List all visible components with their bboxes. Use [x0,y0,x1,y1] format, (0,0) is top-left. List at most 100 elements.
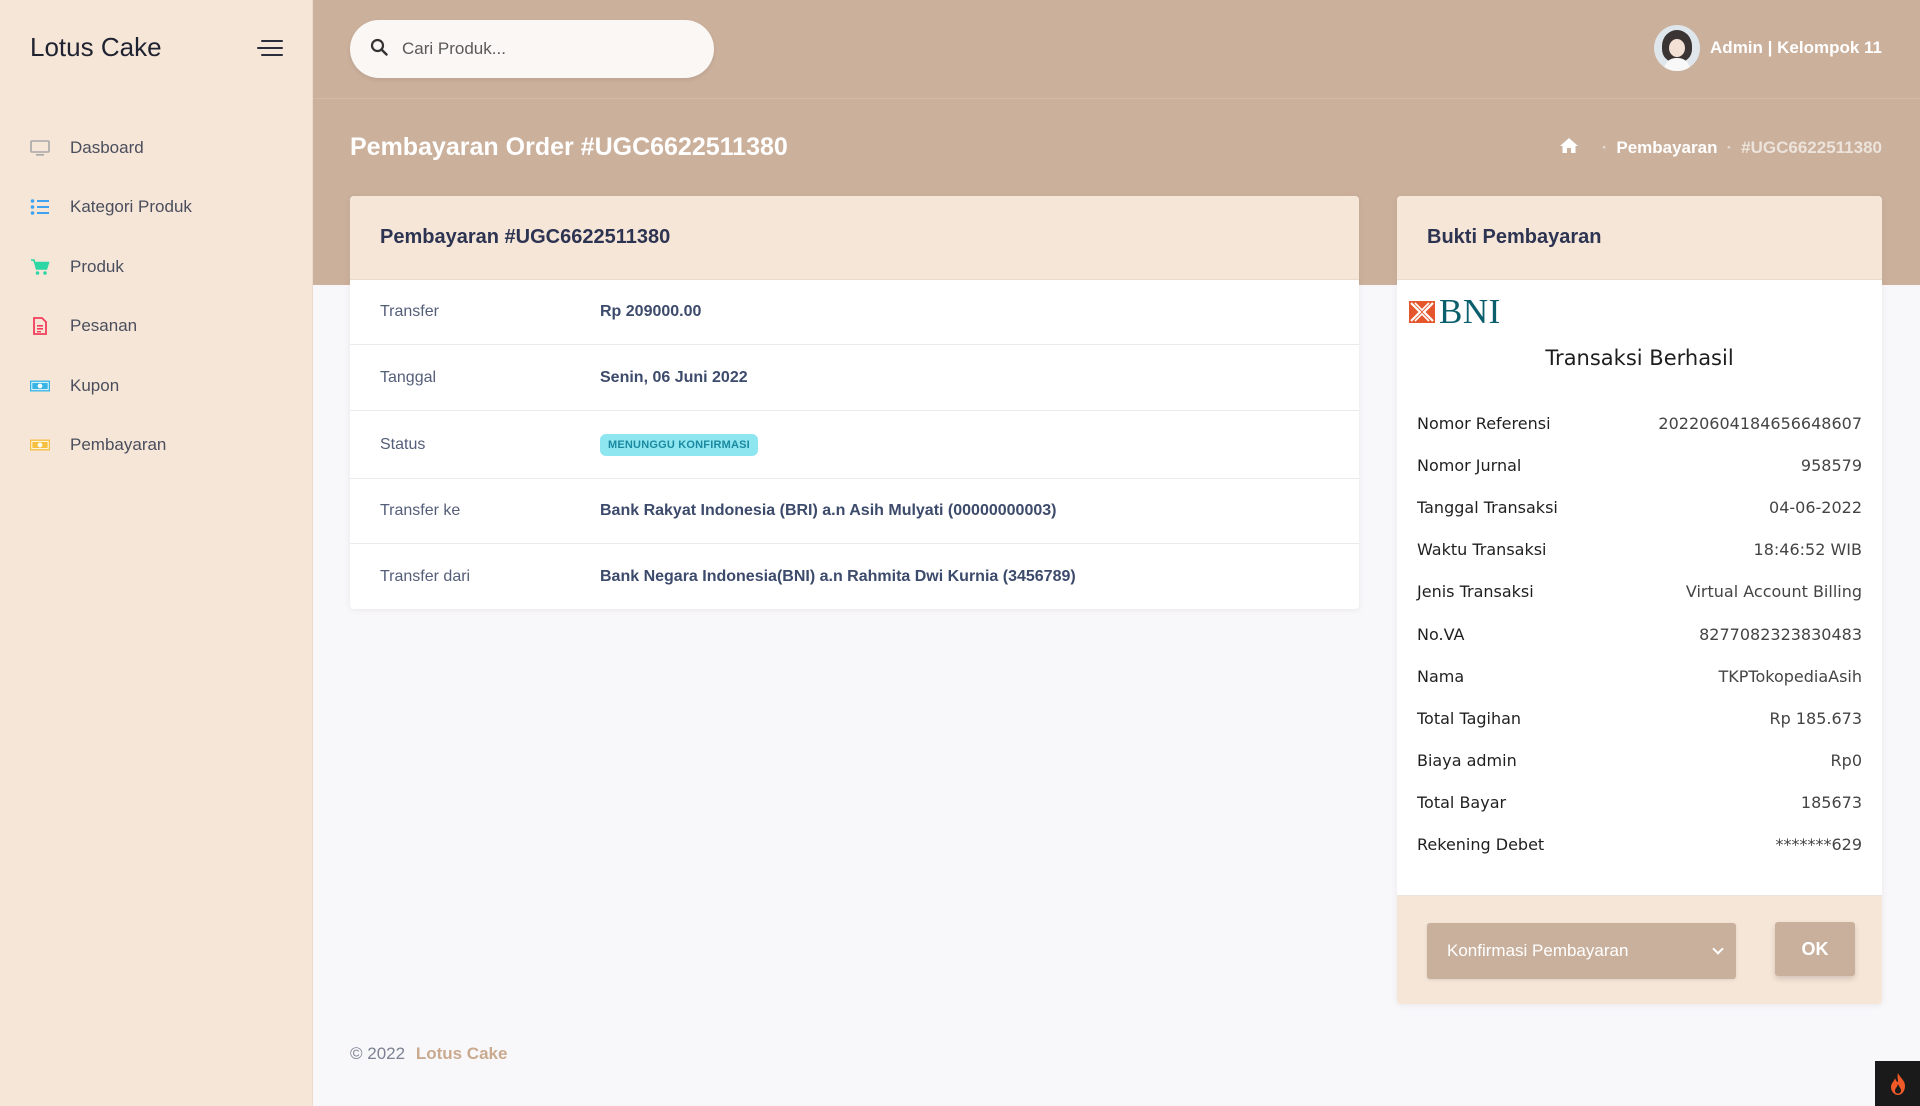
detail-value: Senin, 06 Juni 2022 [600,368,748,386]
payment-proof-title: Bukti Pembayaran [1397,196,1882,280]
document-icon [30,317,50,336]
detail-row-transfer: Transfer Rp 209000.00 [350,280,1359,345]
bni-mark-icon [1409,299,1435,325]
proof-value: 18:46:52 WIB [1753,540,1862,560]
sidebar-item-label: Kategori Produk [70,197,192,217]
search-icon [370,38,388,61]
payment-proof-image: BNI Transaksi Berhasil Nomor Referensi 20… [1397,280,1882,896]
breadcrumb-separator: · [1726,138,1733,157]
search-input[interactable] [402,39,682,59]
proof-row: Rekening Debet *******629 [1417,824,1862,866]
money-icon [30,377,50,395]
proof-value: 20220604184656648607 [1658,413,1862,433]
proof-key: Biaya admin [1417,751,1517,771]
sidebar-item-kategori-produk[interactable]: Kategori Produk [0,178,313,238]
proof-value: Virtual Account Billing [1685,582,1862,602]
proof-key: Waktu Transaksi [1417,540,1547,560]
proof-value: *******629 [1775,835,1862,855]
bni-logo: BNI [1409,294,1501,329]
transaction-status-heading: Transaksi Berhasil [1545,346,1734,370]
detail-value: Bank Negara Indonesia(BNI) a.n Rahmita D… [600,567,1076,585]
proof-row: Nomor Jurnal 958579 [1417,444,1862,486]
detail-value: Rp 209000.00 [600,303,702,320]
flame-icon[interactable] [1875,1061,1920,1106]
home-icon[interactable] [1559,137,1579,159]
proof-row: Jenis Transaksi Virtual Account Billing [1417,571,1862,613]
detail-row-transfer-ke: Transfer ke Bank Rakyat Indonesia (BRI) … [350,479,1359,544]
confirmation-footer: Konfirmasi Pembayaran OK [1397,896,1882,1004]
menu-toggle-icon[interactable] [257,38,283,58]
proof-row: Waktu Transaksi 18:46:52 WIB [1417,529,1862,571]
detail-label: Tanggal [380,368,437,386]
proof-value: 185673 [1800,793,1862,813]
proof-value: TKPTokopediaAsih [1718,666,1862,686]
breadcrumb-current: #UGC6622511380 [1741,138,1882,157]
sidebar-item-label: Pembayaran [70,435,167,455]
sidebar-item-dasboard[interactable]: Dasboard [0,118,313,178]
proof-key: Total Bayar [1417,793,1507,813]
proof-key: Nomor Jurnal [1417,455,1522,475]
detail-row-transfer-dari: Transfer dari Bank Negara Indonesia(BNI)… [350,544,1359,609]
payment-detail-card: Pembayaran #UGC6622511380 Transfer Rp 20… [350,196,1359,609]
proof-value: 958579 [1800,455,1862,475]
proof-key: Nomor Referensi [1417,413,1551,433]
page-footer: © 2022 Lotus Cake [350,1044,507,1064]
footer-brand-link[interactable]: Lotus Cake [416,1044,508,1063]
sidebar-nav: Dasboard Kategori Produk Produk Pesanan … [0,118,313,475]
proof-key: No.VA [1417,624,1465,644]
proof-key: Rekening Debet [1417,835,1545,855]
user-menu[interactable]: Admin | Kelompok 11 [1654,25,1882,71]
monitor-icon [30,139,50,157]
proof-value: 8277082323830483 [1699,624,1862,644]
sidebar-item-label: Produk [70,256,124,276]
proof-row: No.VA 8277082323830483 [1417,613,1862,655]
copyright-text: © 2022 [350,1044,406,1063]
proof-value: 04-06-2022 [1769,497,1862,517]
breadcrumb: · Pembayaran · #UGC6622511380 [1559,137,1882,159]
proof-row: Nomor Referensi 20220604184656648607 [1417,402,1862,444]
sidebar-item-label: Dasboard [70,137,144,157]
sidebar-item-produk[interactable]: Produk [0,237,313,297]
status-badge: MENUNGGU KONFIRMASI [600,433,758,456]
proof-key: Jenis Transaksi [1417,582,1534,602]
proof-row: Biaya admin Rp0 [1417,740,1862,782]
money-icon [30,436,50,454]
detail-label: Transfer dari [380,567,471,585]
chevron-down-icon [1712,943,1724,955]
detail-label: Status [380,435,426,453]
brand-logo[interactable]: Lotus Cake [30,32,162,63]
bni-logo-text: BNI [1439,292,1501,331]
page-title: Pembayaran Order #UGC6622511380 [350,133,788,161]
proof-value: Rp 185.673 [1769,708,1862,728]
proof-key: Total Tagihan [1417,708,1522,728]
sidebar-item-label: Pesanan [70,316,138,336]
proof-row: Total Bayar 185673 [1417,782,1862,824]
confirmation-select[interactable]: Konfirmasi Pembayaran [1427,923,1736,979]
ok-button[interactable]: OK [1775,922,1855,976]
breadcrumb-parent[interactable]: Pembayaran [1616,138,1717,158]
detail-value: Bank Rakyat Indonesia (BRI) a.n Asih Mul… [600,502,1057,519]
sidebar: Lotus Cake Dasboard Kategori Produk Prod… [0,0,313,1106]
proof-key: Tanggal Transaksi [1417,497,1558,517]
proof-row: Tanggal Transaksi 04-06-2022 [1417,486,1862,528]
header-divider [313,98,1920,99]
proof-key: Nama [1417,666,1465,686]
detail-label: Transfer ke [380,502,461,519]
list-icon [30,198,50,216]
sidebar-item-label: Kupon [70,375,120,395]
proof-row: Nama TKPTokopediaAsih [1417,655,1862,697]
sidebar-item-pesanan[interactable]: Pesanan [0,297,313,357]
confirmation-select-value: Konfirmasi Pembayaran [1447,941,1629,960]
transaction-details: Nomor Referensi 20220604184656648607 Nomo… [1417,402,1862,866]
detail-label: Transfer [380,303,439,320]
breadcrumb-separator: · [1601,138,1608,157]
payment-proof-card: Bukti Pembayaran BNI Transaksi Berhasil … [1397,196,1882,1004]
proof-row: Total Tagihan Rp 185.673 [1417,697,1862,739]
sidebar-item-pembayaran[interactable]: Pembayaran [0,416,313,476]
cart-icon [30,258,50,276]
sidebar-item-kupon[interactable]: Kupon [0,356,313,416]
user-name: Admin | Kelompok 11 [1710,38,1882,57]
detail-row-tanggal: Tanggal Senin, 06 Juni 2022 [350,345,1359,411]
search-bar[interactable] [350,20,714,78]
payment-detail-title: Pembayaran #UGC6622511380 [350,196,1359,280]
